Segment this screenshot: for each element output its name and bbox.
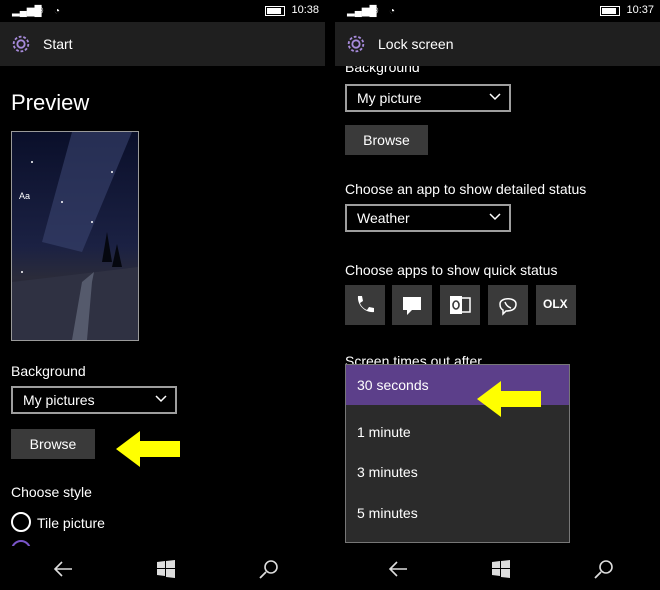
preview-image <box>12 132 138 340</box>
tile-picture-radio[interactable] <box>11 512 31 532</box>
windows-start-icon[interactable] <box>155 558 177 580</box>
detailed-status-dropdown[interactable]: Weather <box>345 204 511 232</box>
quick-status-label: Choose apps to show quick status <box>345 262 558 278</box>
gear-icon <box>347 35 365 53</box>
preview-title: Preview <box>11 90 90 115</box>
quick-status-viber[interactable] <box>488 285 528 325</box>
wifi-icon: ◔ <box>54 6 61 17</box>
battery-icon <box>600 6 620 16</box>
chevron-down-icon <box>155 395 167 403</box>
search-icon[interactable] <box>593 558 615 580</box>
settings-content: Background My picture Browse Choose an a… <box>335 66 660 546</box>
header-title: Start <box>43 36 73 52</box>
quick-status-outlook[interactable] <box>440 285 480 325</box>
quick-status-olx[interactable]: OLX <box>536 285 576 325</box>
preview-sample-text: Aa <box>19 191 31 201</box>
detailed-status-value: Weather <box>357 210 410 226</box>
clock: 10:37 <box>626 4 654 16</box>
wifi-icon: ◔ <box>389 6 396 17</box>
choose-style-label: Choose style <box>11 484 92 500</box>
bottom-navigation <box>335 546 660 590</box>
settings-content: Preview Aa Background My pictures Browse… <box>0 66 325 546</box>
outlook-icon <box>450 296 471 314</box>
background-value: My picture <box>357 90 422 106</box>
background-dropdown[interactable]: My picture <box>345 84 511 112</box>
chevron-down-icon <box>489 93 501 101</box>
windows-start-icon[interactable] <box>490 558 512 580</box>
yellow-arrow-icon <box>477 381 541 417</box>
message-icon <box>403 297 421 315</box>
search-icon[interactable] <box>258 558 280 580</box>
bottom-navigation <box>0 546 325 590</box>
background-label: Background <box>11 363 86 379</box>
viber-icon <box>499 298 517 316</box>
detailed-status-label: Choose an app to show detailed status <box>345 181 587 197</box>
background-dropdown[interactable]: My pictures <box>11 386 177 414</box>
app-header: Lock screen <box>335 22 660 66</box>
olx-icon: OLX <box>543 297 568 311</box>
lockscreen-preview: Aa <box>11 131 139 341</box>
phone-icon <box>357 296 374 313</box>
gear-icon <box>12 35 30 53</box>
quick-status-phone[interactable] <box>345 285 385 325</box>
clock: 10:38 <box>291 4 319 16</box>
quick-status-messaging[interactable] <box>392 285 432 325</box>
browse-button[interactable]: Browse <box>345 125 428 155</box>
background-value: My pictures <box>23 392 95 408</box>
background-label: Background <box>345 66 420 75</box>
tile-picture-label[interactable]: Tile picture <box>37 515 105 531</box>
header-title: Lock screen <box>378 36 454 52</box>
browse-button[interactable]: Browse <box>11 429 95 459</box>
nfc-icon: ⚇ <box>35 6 44 17</box>
start-settings-screen: ▂▄▆█ ⚇ ◔ 10:38 Start Preview Aa Backgrou… <box>0 0 325 590</box>
status-bar: ▂▄▆█ ⚇ ◔ 10:38 <box>0 0 325 22</box>
timeout-option-3-minutes[interactable]: 3 minutes <box>346 452 569 492</box>
lock-screen-settings-screen: ▂▄▆█ ⚇ ◔ 10:37 Lock screen Background My… <box>335 0 660 590</box>
chevron-down-icon <box>489 213 501 221</box>
app-header: Start <box>0 22 325 66</box>
yellow-arrow-icon <box>116 431 180 467</box>
nfc-icon: ⚇ <box>370 6 379 17</box>
status-bar: ▂▄▆█ ⚇ ◔ 10:37 <box>335 0 660 22</box>
back-icon[interactable] <box>387 558 409 580</box>
battery-icon <box>265 6 285 16</box>
back-icon[interactable] <box>52 558 74 580</box>
timeout-option-5-minutes[interactable]: 5 minutes <box>346 493 569 533</box>
